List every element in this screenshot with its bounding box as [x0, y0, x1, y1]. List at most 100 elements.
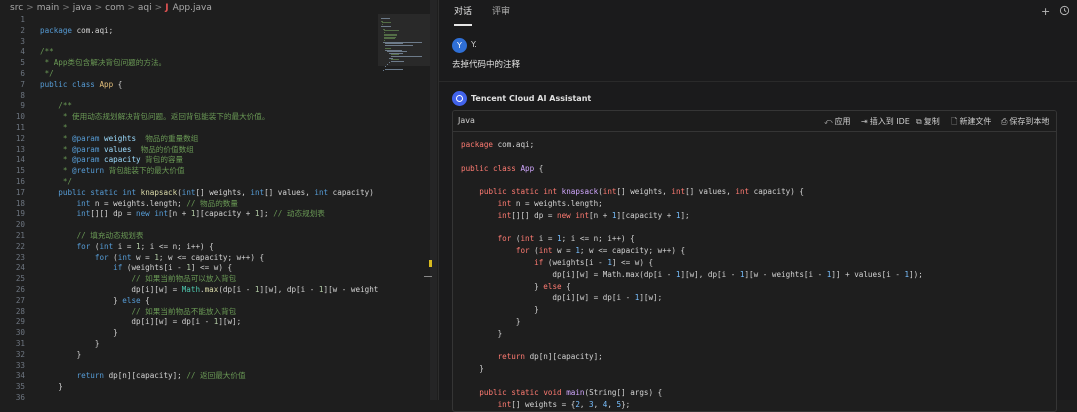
breadcrumb-java[interactable]: java — [73, 3, 92, 13]
code-text: * — [40, 123, 68, 132]
code-language: Java — [458, 116, 475, 125]
code-line[interactable]: 2 package com.aqi; — [0, 25, 378, 36]
breadcrumb-aqi[interactable]: aqi — [138, 3, 152, 13]
code-line[interactable]: 29 dp[i][w] = dp[i - 1][w]; — [0, 316, 378, 327]
line-number: 24 — [15, 263, 25, 273]
code-line[interactable]: 34 return dp[n][capacity]; // 返回最大价值 — [0, 370, 378, 381]
line-number: 29 — [15, 317, 25, 327]
save-local-button[interactable]: ⎙ 保存到本地 — [1001, 116, 1049, 127]
code-line[interactable]: 3 — [0, 36, 378, 47]
line-number: 22 — [15, 241, 25, 251]
minimap-line — [383, 70, 384, 72]
line-number: 12 — [15, 133, 25, 143]
breadcrumb-main[interactable]: main — [37, 3, 60, 13]
code-line[interactable]: 31 } — [0, 338, 378, 349]
code-text: // 如果当前物品可以放入背包 — [131, 274, 237, 284]
scrollbar-marker — [429, 260, 432, 267]
code-text: * 使用动态规划解决背包问题。返回背包能装下的最大价值。 — [40, 112, 270, 122]
code-line[interactable]: 27 } else { — [0, 295, 378, 306]
code-line[interactable]: 28 // 如果当前物品不能放入背包 — [0, 306, 378, 317]
minimap-viewport[interactable] — [378, 14, 433, 66]
java-file-icon: J — [165, 3, 169, 13]
code-block-line: public static int knapsack(int[] weights… — [479, 187, 804, 197]
code-text: } — [40, 349, 82, 359]
editor-scrollbar[interactable] — [424, 0, 437, 400]
code-block-line: public class App { — [461, 163, 544, 173]
breadcrumb-com[interactable]: com — [105, 3, 124, 13]
minimap[interactable] — [378, 14, 433, 400]
code-line[interactable]: 12 * @param weights 物品的重量数组 — [0, 133, 378, 144]
code-line[interactable]: 23 for (int w = 1; w <= capacity; w++) { — [0, 252, 378, 263]
code-line[interactable]: 35 } — [0, 381, 378, 392]
code-line[interactable]: 20 — [0, 219, 378, 230]
new-file-icon: 🗋 — [951, 117, 958, 126]
code-line[interactable]: 5 * App类包含解决背包问题的方法。 — [0, 57, 378, 68]
code-line[interactable]: 16 */ — [0, 176, 378, 187]
code-text: // 如果当前物品不能放入背包 — [131, 306, 237, 316]
code-text: int[][] dp = new int[n + 1][capacity + 1… — [76, 209, 325, 219]
line-number: 35 — [15, 382, 25, 392]
line-number: 19 — [15, 209, 25, 219]
line-number: 1 — [20, 15, 25, 24]
line-number: 14 — [15, 155, 25, 165]
assistant-name: Tencent Cloud AI Assistant — [471, 94, 592, 103]
code-line[interactable]: 25 // 如果当前物品可以放入背包 — [0, 273, 378, 284]
new-file-button[interactable]: 🗋 新建文件 — [951, 116, 991, 130]
tab-review[interactable]: 评审 — [492, 0, 510, 26]
code-line[interactable]: 19 int[][] dp = new int[n + 1][capacity … — [0, 208, 378, 219]
code-line[interactable]: 11 * — [0, 122, 378, 133]
code-block-line: for (int i = 1; i <= n; i++) { — [497, 234, 635, 244]
code-block-line: int[][] dp = new int[n + 1][capacity + 1… — [497, 210, 690, 220]
code-area[interactable]: 1 2 package com.aqi; 3 4/** 5 * App类包含解决背包问题的… — [0, 14, 378, 400]
code-line[interactable]: 7 public class App { — [0, 79, 378, 90]
code-text: * @param capacity 背包的容量 — [40, 155, 184, 165]
code-line[interactable]: 36 — [0, 392, 378, 400]
code-line[interactable]: 13 * @param values 物品的价值数组 — [0, 144, 378, 155]
code-line[interactable]: 33 — [0, 360, 378, 371]
code-line[interactable]: 6 */ — [0, 68, 378, 79]
code-line[interactable]: 21 // 填充动态规划表 — [0, 230, 378, 241]
tab-chat[interactable]: 对话 — [454, 0, 473, 26]
line-number: 17 — [15, 187, 25, 197]
history-icon[interactable] — [1059, 5, 1070, 19]
line-number: 11 — [15, 123, 25, 132]
code-block-line: } — [461, 364, 484, 374]
code-line[interactable]: 17 public static int knapsack(int[] weig… — [0, 187, 378, 198]
code-line[interactable]: 26 dp[i][w] = Math.max(dp[i - 1][w], dp[… — [0, 284, 378, 295]
breadcrumb-src[interactable]: src — [10, 3, 23, 13]
code-block-line: package com.aqi; — [461, 140, 535, 149]
scrollbar-cursor — [424, 276, 432, 277]
code-line[interactable]: 30 } — [0, 327, 378, 338]
line-number: 9 — [20, 101, 25, 111]
insert-to-ide-button[interactable]: ⇥ 插入到 IDE — [861, 116, 910, 127]
line-number: 2 — [20, 25, 25, 35]
breadcrumb-file[interactable]: App.java — [173, 3, 212, 13]
line-number: 5 — [20, 58, 25, 68]
code-line[interactable]: 18 int n = weights.length; // 物品的数量 — [0, 198, 378, 209]
plus-icon[interactable]: + — [1041, 5, 1050, 18]
code-text: */ — [40, 177, 73, 186]
code-line[interactable]: 14 * @param capacity 背包的容量 — [0, 154, 378, 165]
code-line[interactable]: 4 /** — [0, 46, 378, 57]
code-line[interactable]: 8 — [0, 90, 378, 101]
apply-button[interactable]: ⤺ 应用 — [824, 116, 851, 127]
copy-icon: ⧉ — [916, 117, 922, 126]
code-line[interactable]: 15 * @return 背包能装下的最大价值 — [0, 165, 378, 176]
line-number: 8 — [20, 90, 25, 100]
line-number: 36 — [15, 393, 25, 400]
code-text: dp[i][w] = Math.max(dp[i - 1][w], dp[i -… — [40, 285, 378, 294]
code-line[interactable]: 9 /** — [0, 100, 378, 111]
code-block-line: } — [461, 328, 503, 338]
code-line[interactable]: 32 } — [0, 349, 378, 360]
code-line[interactable]: 24 if (weights[i - 1] <= w) { — [0, 262, 378, 273]
user-avatar: Y — [452, 38, 467, 53]
code-block: Java ⤺ 应用 ⇥ 插入到 IDE ⧉ 复制 🗋 新建文件 ⎙ 保存到本地 packa… — [452, 110, 1057, 412]
code-line[interactable]: 1 — [0, 14, 378, 25]
code-editor[interactable]: src > main > java > com > aqi > J App.ja… — [0, 0, 437, 400]
code-text: int n = weights.length; // 物品的数量 — [76, 198, 238, 208]
code-line[interactable]: 22 for (int i = 1; i <= n; i++) { — [0, 241, 378, 252]
code-block-line: } — [461, 317, 521, 326]
copy-button[interactable]: ⧉ 复制 — [916, 116, 940, 127]
code-text: return dp[n][capacity]; // 返回最大价值 — [76, 371, 246, 381]
code-line[interactable]: 10 * 使用动态规划解决背包问题。返回背包能装下的最大价值。 — [0, 111, 378, 122]
